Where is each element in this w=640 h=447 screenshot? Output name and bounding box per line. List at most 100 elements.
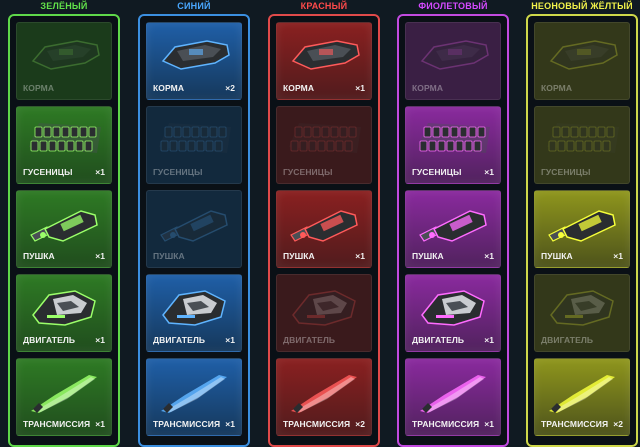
part-art [543, 281, 623, 333]
slot-count: ×1 [484, 251, 494, 261]
stern-icon [31, 40, 100, 70]
cannon-icon [548, 210, 616, 242]
part-art [414, 281, 494, 333]
slot-label: ГУСЕНИЦЫ [153, 167, 203, 177]
part-art [285, 29, 365, 81]
cannon-icon [30, 210, 98, 242]
slot-cannon[interactable]: ПУШКА [146, 190, 242, 268]
slot-engine[interactable]: ДВИГАТЕЛЬ ×1 [146, 274, 242, 352]
slot-tracks[interactable]: ГУСЕНИЦЫ [276, 106, 372, 184]
slot-count: ×1 [484, 167, 494, 177]
slot-cannon[interactable]: ПУШКА ×1 [16, 190, 112, 268]
column-frame: КОРМА ГУСЕНИЦЫ ×1 ПУШКА ×1 ДВИГАТЕЛЬ ×1 ТРАН… [8, 14, 120, 447]
part-art [25, 29, 105, 81]
slot-cannon[interactable]: ПУШКА ×1 [405, 190, 501, 268]
slot-label: ТРАНСМИССИЯ [412, 419, 480, 429]
slot-count: ×1 [225, 335, 235, 345]
slot-label: ДВИГАТЕЛЬ [23, 335, 76, 345]
transmission-icon [161, 375, 227, 413]
slot-engine[interactable]: ДВИГАТЕЛЬ ×1 [16, 274, 112, 352]
slot-tracks[interactable]: ГУСЕНИЦЫ ×1 [16, 106, 112, 184]
slot-cannon[interactable]: ПУШКА ×1 [276, 190, 372, 268]
slot-label: ПУШКА [23, 251, 55, 261]
transmission-icon [549, 375, 615, 413]
slot-label: ГУСЕНИЦЫ [283, 167, 333, 177]
slot-label: ТРАНСМИССИЯ [283, 419, 351, 429]
column-frame: КОРМА ×2 ГУСЕНИЦЫ ПУШКА ДВИГАТЕЛЬ ×1 ТРАНСМ… [138, 14, 250, 447]
slot-transmission[interactable]: ТРАНСМИССИЯ ×2 [276, 358, 372, 436]
part-art [25, 365, 105, 417]
part-art [25, 113, 105, 165]
part-art [414, 365, 494, 417]
slot-transmission[interactable]: ТРАНСМИССИЯ ×1 [146, 358, 242, 436]
slot-engine[interactable]: ДВИГАТЕЛЬ ×1 [405, 274, 501, 352]
tracks-icon [159, 123, 231, 153]
slot-label: ГУСЕНИЦЫ [23, 167, 73, 177]
transmission-icon [420, 375, 486, 413]
slot-count: ×1 [95, 251, 105, 261]
slot-count: ×1 [484, 335, 494, 345]
slot-label: КОРМА [283, 83, 315, 93]
column-frame: КОРМА ГУСЕНИЦЫ ПУШКА ×1 ДВИГАТЕЛЬ ТРАНСМИС… [526, 14, 638, 447]
cannon-icon [290, 210, 358, 242]
slot-engine[interactable]: ДВИГАТЕЛЬ [534, 274, 630, 352]
slot-stern[interactable]: КОРМА [16, 22, 112, 100]
slot-label: ДВИГАТЕЛЬ [541, 335, 594, 345]
column-frame: КОРМА ГУСЕНИЦЫ ×1 ПУШКА ×1 ДВИГАТЕЛЬ ×1 ТРАН… [397, 14, 509, 447]
part-art [155, 365, 235, 417]
slot-tracks[interactable]: ГУСЕНИЦЫ ×1 [405, 106, 501, 184]
engine-icon [550, 290, 614, 326]
slot-stern[interactable]: КОРМА [534, 22, 630, 100]
slot-count: ×2 [613, 419, 623, 429]
column-frame: КОРМА ×1 ГУСЕНИЦЫ ПУШКА ×1 ДВИГАТЕЛЬ ТРАНСМ… [268, 14, 380, 447]
engine-icon [421, 290, 485, 326]
cannon-icon [160, 210, 228, 242]
slot-count: ×1 [95, 167, 105, 177]
slot-transmission[interactable]: ТРАНСМИССИЯ ×1 [405, 358, 501, 436]
slot-count: ×1 [355, 251, 365, 261]
tracks-icon [29, 123, 101, 153]
slot-count: ×1 [355, 83, 365, 93]
slot-label: ДВИГАТЕЛЬ [283, 335, 336, 345]
slot-count: ×1 [225, 419, 235, 429]
stern-icon [161, 40, 230, 70]
part-art [414, 113, 494, 165]
slot-transmission[interactable]: ТРАНСМИССИЯ ×1 [16, 358, 112, 436]
cannon-icon [419, 210, 487, 242]
tracks-icon [547, 123, 619, 153]
transmission-icon [291, 375, 357, 413]
part-art [285, 113, 365, 165]
slot-tracks[interactable]: ГУСЕНИЦЫ [146, 106, 242, 184]
engine-icon [162, 290, 226, 326]
stern-icon [549, 40, 618, 70]
slot-count: ×2 [225, 83, 235, 93]
slot-label: ПУШКА [412, 251, 444, 261]
stern-icon [420, 40, 489, 70]
part-art [25, 197, 105, 249]
engine-icon [32, 290, 96, 326]
part-art [543, 365, 623, 417]
slot-tracks[interactable]: ГУСЕНИЦЫ [534, 106, 630, 184]
slot-label: ПУШКА [541, 251, 573, 261]
column-1: СИНИЙ КОРМА ×2 ГУСЕНИЦЫ ПУШКА ДВИГАТЕЛЬ ×1 … [138, 0, 250, 447]
slot-transmission[interactable]: ТРАНСМИССИЯ ×2 [534, 358, 630, 436]
tracks-icon [418, 123, 490, 153]
column-4: НЕОНОВЫЙ ЖЁЛТЫЙ КОРМА ГУСЕНИЦЫ ПУШКА ×1 ДВ… [526, 0, 638, 447]
slot-count: ×1 [95, 419, 105, 429]
part-art [543, 197, 623, 249]
part-art [543, 29, 623, 81]
slot-label: КОРМА [23, 83, 55, 93]
slot-label: КОРМА [541, 83, 573, 93]
slot-stern[interactable]: КОРМА [405, 22, 501, 100]
slot-engine[interactable]: ДВИГАТЕЛЬ [276, 274, 372, 352]
slot-label: ПУШКА [283, 251, 315, 261]
slot-label: ГУСЕНИЦЫ [541, 167, 591, 177]
slot-count: ×1 [613, 251, 623, 261]
part-art [155, 281, 235, 333]
slot-label: ТРАНСМИССИЯ [153, 419, 221, 429]
slot-label: ДВИГАТЕЛЬ [153, 335, 206, 345]
transmission-icon [31, 375, 97, 413]
slot-stern[interactable]: КОРМА ×2 [146, 22, 242, 100]
slot-cannon[interactable]: ПУШКА ×1 [534, 190, 630, 268]
slot-stern[interactable]: КОРМА ×1 [276, 22, 372, 100]
